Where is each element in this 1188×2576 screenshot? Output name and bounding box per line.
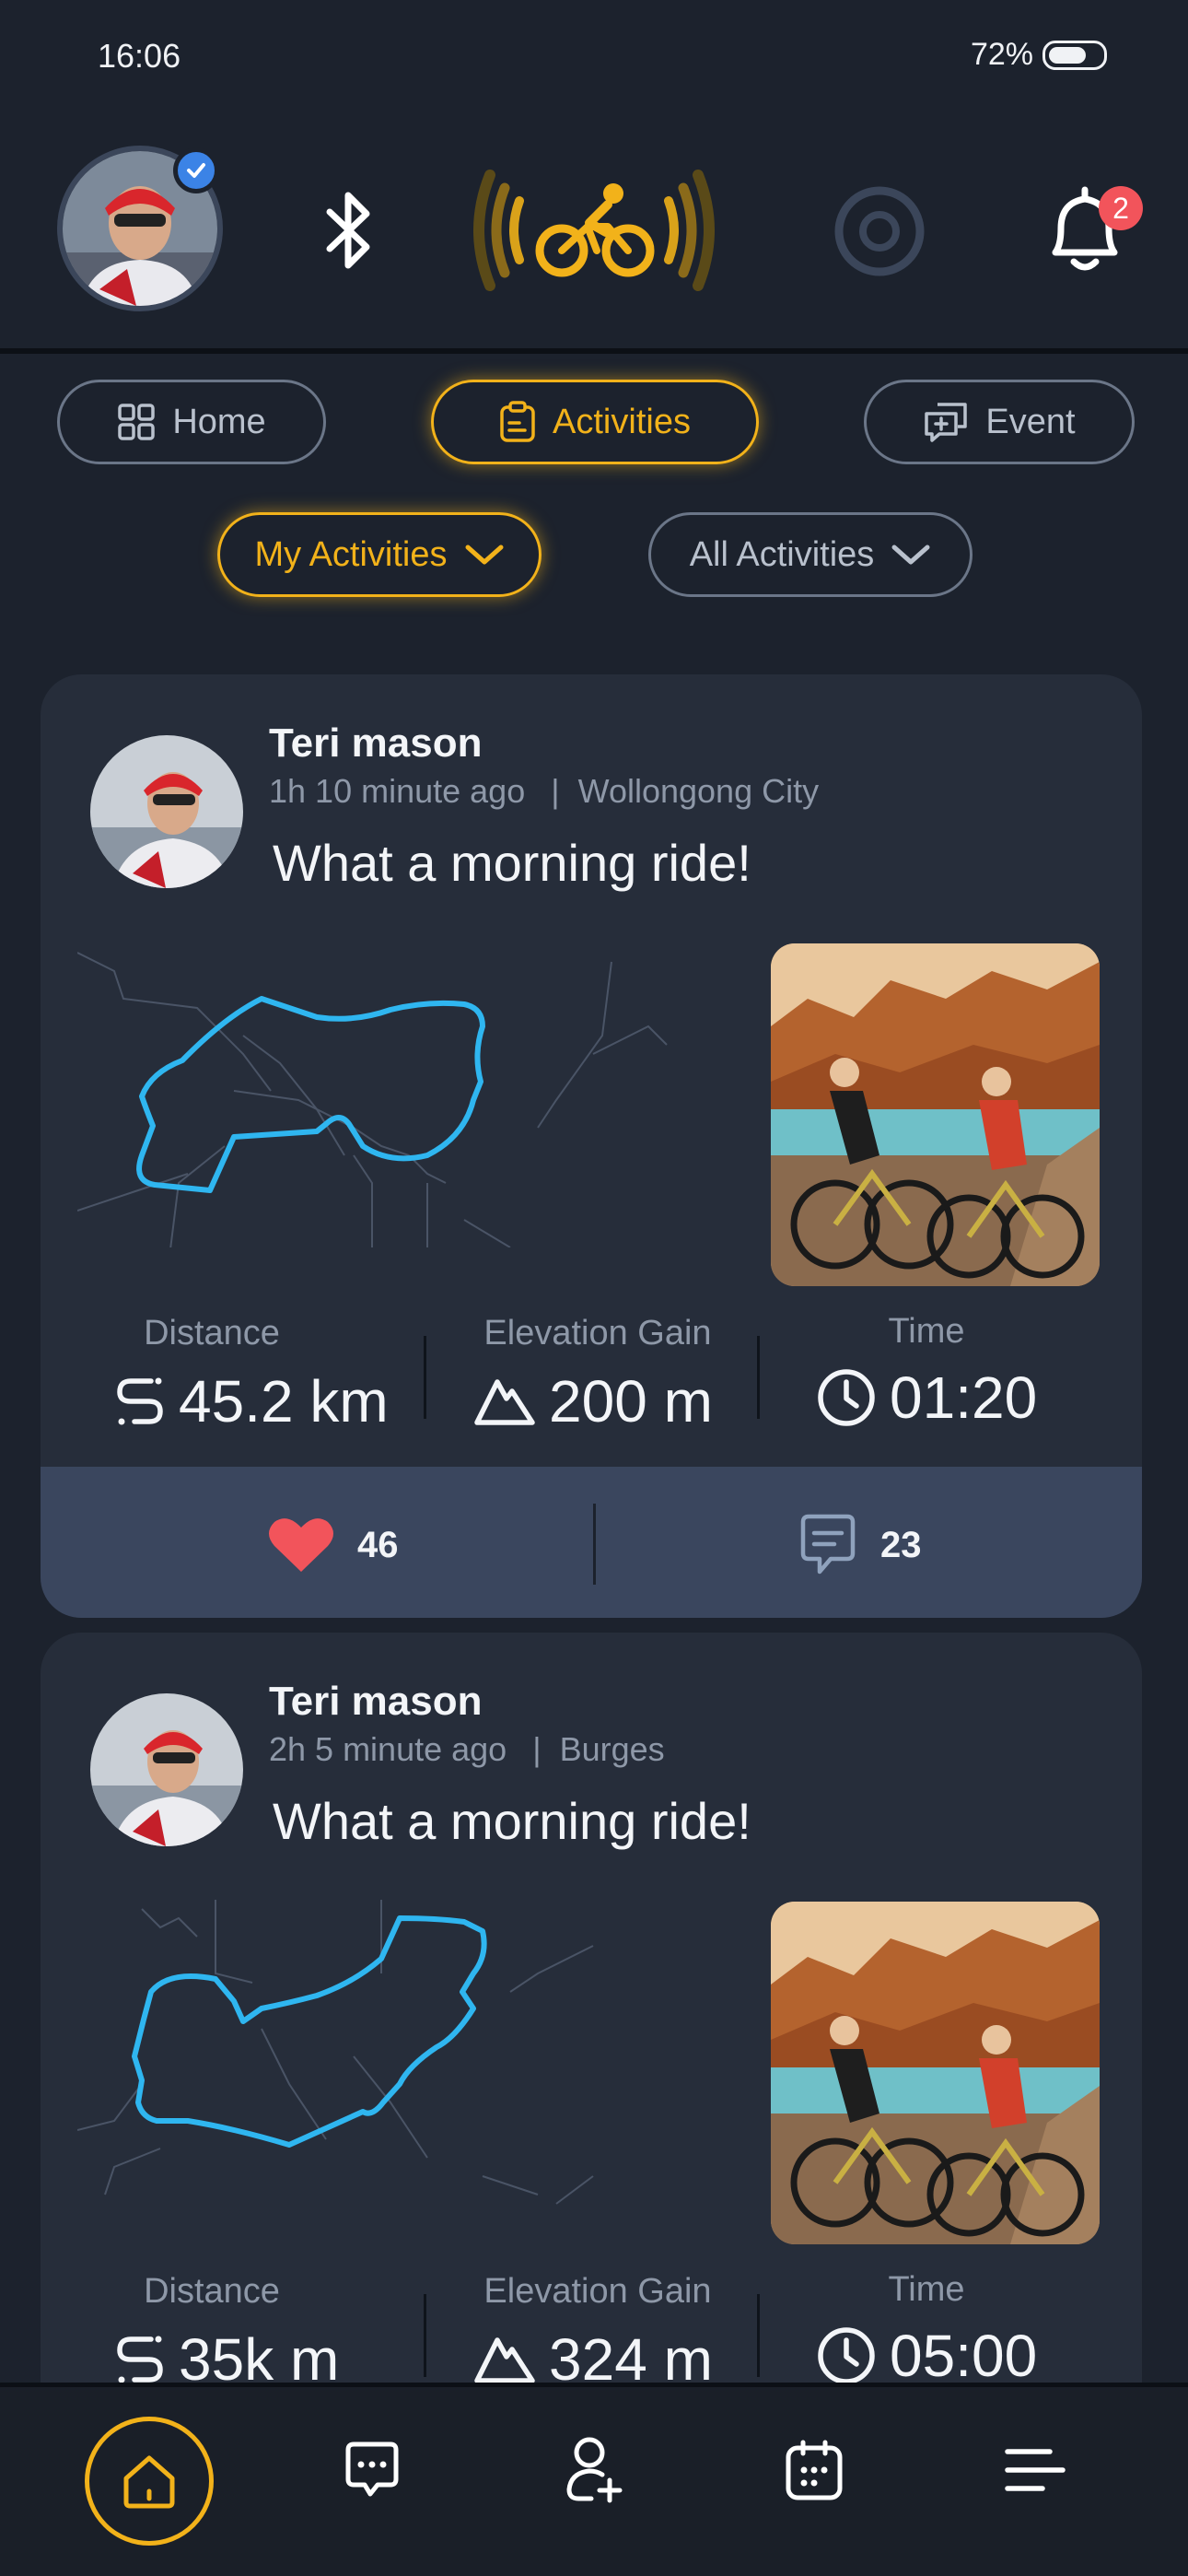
elevation-label: Elevation Gain [483,2272,712,2311]
activity-photo[interactable] [771,943,1100,1286]
like-button[interactable]: 46 [267,1515,399,1575]
activity-user-name[interactable]: Teri mason [269,1679,482,1725]
distance-label: Distance [144,1314,280,1352]
filter-all-activities-label: All Activities [689,534,875,574]
activity-card[interactable]: Teri mason 2h 5 minute ago | Burges What… [41,1633,1142,2462]
nav-chat-button[interactable] [335,2433,409,2507]
filter-all-activities[interactable]: All Activities [648,512,973,597]
battery-icon [1042,40,1107,70]
activity-meta: 2h 5 minute ago | Burges [269,1730,665,1769]
battery-percent: 72% [970,37,1033,72]
distance-label: Distance [144,2272,280,2311]
stat-divider [757,1336,760,1419]
status-bar: 16:06 72% [0,0,1188,120]
add-user-icon [566,2437,623,2503]
activity-location: Wollongong City [577,772,820,810]
chevron-down-icon [891,544,930,565]
event-icon [925,403,968,442]
stat-divider [757,2294,760,2377]
nav-calendar-button[interactable] [777,2433,851,2507]
activity-actions: 46 23 [41,1467,1142,1618]
sensor-ring-icon[interactable] [829,181,930,282]
actions-divider [593,1504,596,1585]
activity-card[interactable]: Teri mason 1h 10 minute ago | Wollongong… [41,674,1142,1618]
header-divider [0,348,1188,354]
tab-home-label: Home [172,402,266,441]
time-value: 05:00 [816,2322,1037,2390]
activity-meta: 1h 10 minute ago | Wollongong City [269,772,819,811]
activity-title: What a morning ride! [273,1792,751,1850]
clock-icon [818,2327,875,2384]
clock-icon [818,1369,875,1426]
bottom-nav [0,2383,1188,2576]
filter-my-activities-label: My Activities [254,534,448,574]
status-right: 72% [971,37,1107,73]
time-text: 01:20 [890,1364,1038,1431]
route-map[interactable] [76,943,740,1331]
nav-menu-button[interactable] [998,2433,1072,2507]
menu-icon [1005,2449,1066,2491]
grid-icon [118,404,156,440]
elevation-value: 200 m [473,1367,713,1435]
activity-avatar[interactable] [90,1693,243,1846]
mountain-icon [474,2337,535,2383]
time-text: 05:00 [890,2323,1038,2389]
like-count: 46 [357,1524,399,1565]
stat-divider [424,1336,426,1419]
activity-user-name[interactable]: Teri mason [269,720,482,767]
comment-count: 23 [880,1524,922,1565]
tab-home[interactable]: Home [57,380,326,464]
verified-badge-icon [173,147,219,193]
activity-title: What a morning ride! [273,834,751,892]
notification-badge: 2 [1099,186,1143,230]
chevron-down-icon [465,544,504,565]
nav-add-user-button[interactable] [556,2433,630,2507]
route-map[interactable] [76,1900,740,2213]
activity-time-ago: 1h 10 minute ago [269,772,526,810]
activity-location: Burges [559,1730,665,1768]
battery-level [1049,46,1086,64]
heart-icon [269,1518,333,1572]
time-label: Time [888,1312,965,1351]
meta-separator: | [532,1730,542,1768]
mountain-icon [474,1379,535,1425]
distance-value: 45.2 km [114,1367,389,1435]
distance-text: 45.2 km [179,1368,389,1434]
tab-event-label: Event [985,402,1076,441]
route-icon [117,2336,163,2383]
activity-avatar[interactable] [90,735,243,888]
elevation-text: 200 m [549,1368,713,1434]
activity-photo[interactable] [771,1902,1100,2244]
route-icon [117,1377,163,1425]
time-value: 01:20 [816,1364,1037,1432]
comment-button[interactable]: 23 [796,1513,922,1577]
tab-event[interactable]: Event [864,380,1135,464]
chat-icon [345,2441,399,2497]
meta-separator: | [551,772,560,810]
time-label: Time [888,2270,965,2309]
tab-activities[interactable]: Activities [431,380,759,464]
comment-icon [800,1514,856,1575]
activity-time-ago: 2h 5 minute ago [269,1730,507,1768]
stat-divider [424,2294,426,2377]
elevation-label: Elevation Gain [483,1314,712,1352]
calendar-icon [786,2440,843,2500]
cycling-sensor-icon[interactable] [460,147,728,313]
home-icon [123,2455,175,2509]
status-time: 16:06 [98,37,181,75]
tab-activities-label: Activities [553,402,691,441]
bluetooth-icon[interactable] [313,184,387,276]
nav-home-button[interactable] [85,2417,214,2546]
clipboard-icon [500,401,535,442]
filter-my-activities[interactable]: My Activities [217,512,542,597]
